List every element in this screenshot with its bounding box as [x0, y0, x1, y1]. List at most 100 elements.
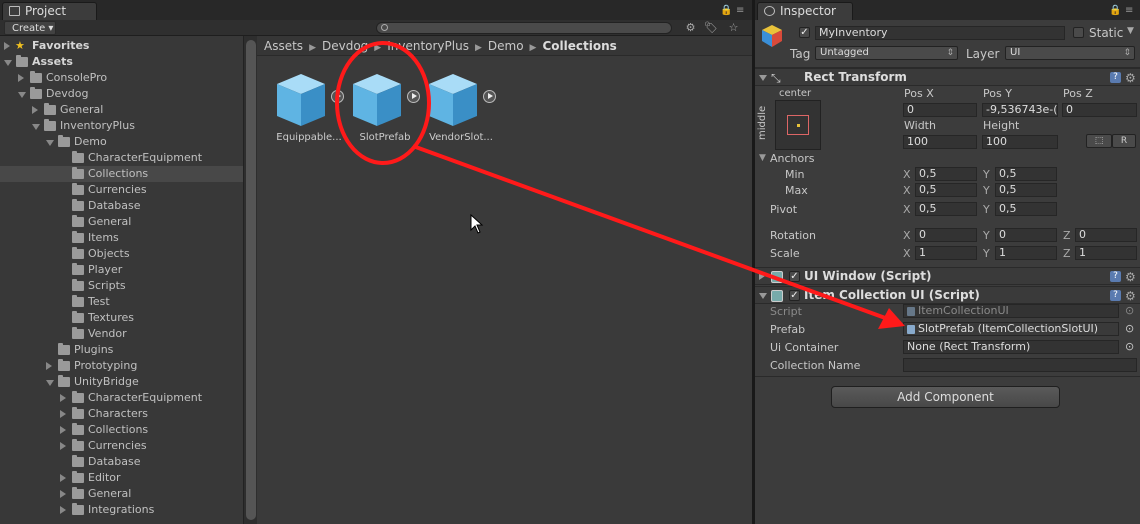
raw-edit-button[interactable]: R: [1112, 134, 1136, 148]
tree-item[interactable]: Scripts: [0, 278, 243, 294]
width-field[interactable]: 100: [903, 135, 977, 149]
object-picker-icon[interactable]: ⊙: [1125, 322, 1134, 335]
tree-item[interactable]: Currencies: [0, 182, 243, 198]
collapsed-arrow-icon[interactable]: [60, 474, 66, 482]
object-picker-icon[interactable]: ⊙: [1125, 340, 1134, 353]
blueprint-mode-button[interactable]: ⬚: [1086, 134, 1112, 148]
breadcrumb-item[interactable]: Assets: [264, 39, 303, 53]
ui-container-field[interactable]: None (Rect Transform): [903, 340, 1119, 354]
expand-prefab-icon[interactable]: [483, 90, 496, 103]
tree-item[interactable]: Characters: [0, 406, 243, 422]
tree-item[interactable]: Collections: [0, 166, 243, 182]
tab-inspector[interactable]: Inspector: [757, 2, 853, 20]
axis-label[interactable]: Y: [983, 168, 990, 181]
ui-window-header[interactable]: ✓ UI Window (Script) ? ⚙: [755, 267, 1140, 285]
tree-item[interactable]: Prototyping: [0, 358, 243, 374]
max-x-field[interactable]: 0,5: [915, 183, 977, 197]
filter-by-type-icon[interactable]: ⚙: [684, 22, 697, 34]
rot-y-field[interactable]: 0: [995, 228, 1057, 242]
expanded-arrow-icon[interactable]: [46, 140, 54, 146]
tree-item[interactable]: Assets: [0, 54, 243, 70]
tree-item[interactable]: Test: [0, 294, 243, 310]
settings-gear-icon[interactable]: ⚙: [1125, 289, 1136, 303]
collapsed-arrow-icon[interactable]: [60, 442, 66, 450]
posz-field[interactable]: 0: [1062, 103, 1137, 117]
inspector-lock-icon[interactable]: 🔒: [1109, 5, 1123, 16]
breadcrumb-item[interactable]: Demo: [488, 39, 524, 53]
breadcrumb-item[interactable]: InventoryPlus: [387, 39, 469, 53]
scale-z-field[interactable]: 1: [1075, 246, 1137, 260]
anchors-arrow-icon[interactable]: ▼: [759, 153, 766, 163]
lock-icon[interactable]: 🔒: [720, 5, 734, 16]
min-x-field[interactable]: 0,5: [915, 167, 977, 181]
help-icon[interactable]: ?: [1110, 72, 1121, 83]
scale-y-field[interactable]: 1: [995, 246, 1057, 260]
tree-item[interactable]: General: [0, 214, 243, 230]
collapsed-arrow-icon[interactable]: [60, 426, 66, 434]
settings-gear-icon[interactable]: ⚙: [1125, 71, 1136, 85]
rot-z-field[interactable]: 0: [1075, 228, 1137, 242]
collapse-arrow-icon[interactable]: [759, 293, 767, 299]
axis-label[interactable]: X: [903, 229, 911, 242]
tree-item[interactable]: Collections: [0, 422, 243, 438]
collapse-arrow-icon[interactable]: [759, 75, 767, 81]
tab-project[interactable]: Project: [2, 2, 97, 20]
tree-item[interactable]: General: [0, 486, 243, 502]
static-checkbox[interactable]: [1073, 27, 1084, 38]
inspector-menu-icon[interactable]: ≡: [1125, 5, 1135, 16]
pivot-y-field[interactable]: 0,5: [995, 202, 1057, 216]
item-collection-header[interactable]: ✓ Item Collection UI (Script) ? ⚙: [755, 286, 1140, 304]
layer-dropdown[interactable]: UI: [1005, 46, 1135, 60]
posy-field[interactable]: -9,536743e-(: [982, 103, 1058, 117]
tree-item[interactable]: Textures: [0, 310, 243, 326]
expanded-arrow-icon[interactable]: [4, 60, 12, 66]
add-component-button[interactable]: Add Component: [831, 386, 1060, 408]
tree-item[interactable]: Demo: [0, 134, 243, 150]
rect-transform-header[interactable]: ⤡ Rect Transform ? ⚙: [755, 68, 1140, 86]
tree-item[interactable]: Database: [0, 198, 243, 214]
prefab-asset[interactable]: VendorSlot...: [423, 68, 499, 148]
collapsed-arrow-icon[interactable]: [32, 106, 38, 114]
expand-arrow-icon[interactable]: [759, 272, 765, 280]
prefab-asset[interactable]: SlotPrefab: [347, 68, 423, 148]
pivot-x-field[interactable]: 0,5: [915, 202, 977, 216]
tree-item[interactable]: Currencies: [0, 438, 243, 454]
tree-item[interactable]: Devdog: [0, 86, 243, 102]
tree-item[interactable]: Vendor: [0, 326, 243, 342]
static-dropdown-arrow-icon[interactable]: ▼: [1127, 26, 1134, 36]
collapsed-arrow-icon[interactable]: [60, 410, 66, 418]
collapsed-arrow-icon[interactable]: [60, 394, 66, 402]
tag-dropdown[interactable]: Untagged: [815, 46, 958, 60]
posx-field[interactable]: 0: [903, 103, 977, 117]
tree-item[interactable]: ConsolePro: [0, 70, 243, 86]
search-input[interactable]: [376, 22, 672, 34]
prefab-field[interactable]: SlotPrefab (ItemCollectionSlotUI): [903, 322, 1119, 336]
axis-label[interactable]: X: [903, 168, 911, 181]
collapsed-arrow-icon[interactable]: [60, 506, 66, 514]
prefab-asset[interactable]: Equippable...: [271, 68, 347, 148]
help-icon[interactable]: ?: [1110, 290, 1121, 301]
axis-label[interactable]: X: [903, 203, 911, 216]
rot-x-field[interactable]: 0: [915, 228, 977, 242]
tree-scrollbar[interactable]: [243, 36, 257, 524]
tree-item[interactable]: General: [0, 102, 243, 118]
collapsed-arrow-icon[interactable]: [46, 362, 52, 370]
tree-item[interactable]: CharacterEquipment: [0, 390, 243, 406]
expanded-arrow-icon[interactable]: [46, 380, 54, 386]
anchor-preset-button[interactable]: [775, 100, 821, 150]
tree-item[interactable]: Database: [0, 454, 243, 470]
filter-by-label-icon[interactable]: 🏷: [704, 22, 718, 34]
ui-window-enabled-checkbox[interactable]: ✓: [789, 271, 800, 282]
tree-item[interactable]: Objects: [0, 246, 243, 262]
help-icon[interactable]: ?: [1110, 271, 1121, 282]
panel-menu-icon[interactable]: ≡: [736, 5, 746, 16]
breadcrumb-item[interactable]: Collections: [542, 39, 616, 53]
object-name-field[interactable]: MyInventory: [815, 26, 1065, 40]
max-y-field[interactable]: 0,5: [995, 183, 1057, 197]
min-y-field[interactable]: 0,5: [995, 167, 1057, 181]
expand-prefab-icon[interactable]: [407, 90, 420, 103]
collapsed-arrow-icon[interactable]: [60, 490, 66, 498]
tree-item[interactable]: ★ Favorites: [0, 38, 243, 54]
tree-scrollbar-thumb[interactable]: [246, 40, 256, 520]
tree-item[interactable]: InventoryPlus: [0, 118, 243, 134]
